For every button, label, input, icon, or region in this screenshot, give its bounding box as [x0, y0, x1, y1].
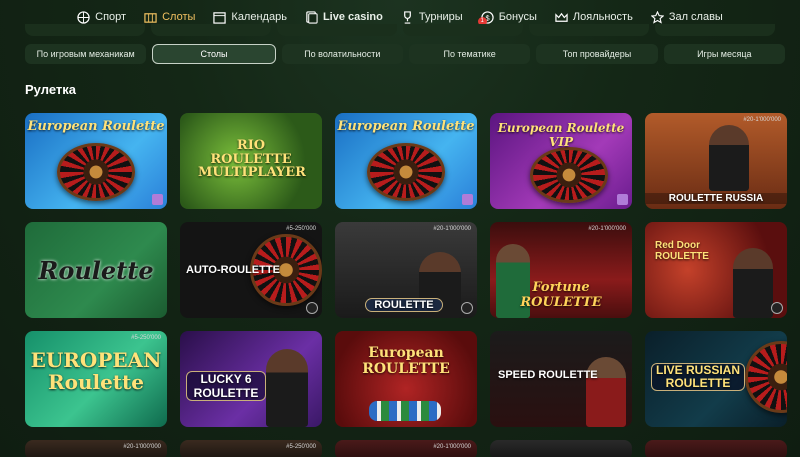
provider-icon [462, 194, 473, 205]
game-title: Fortune ROULETTE [520, 280, 602, 310]
calendar-icon [213, 11, 227, 24]
game-title: EUROPEAN Roulette [30, 348, 162, 394]
nav-item-live-casino[interactable]: Live casino [305, 10, 383, 24]
filter-tables[interactable]: Столы [152, 44, 276, 64]
filter-volatility[interactable]: По волатильности [281, 44, 403, 64]
nav-item-loyalty[interactable]: Лояльность [555, 11, 633, 24]
roulette-wheel-image [530, 147, 608, 203]
game-tile[interactable]: RIO ROULETTE MULTIPLAYER [180, 113, 322, 209]
provider-icon [152, 194, 163, 205]
nav-item-bonuses[interactable]: $ 1 Бонусы [477, 10, 537, 26]
game-tile[interactable]: #20-1'000'000 Fortune ROULETTE [490, 222, 632, 318]
nav-label: Спорт [95, 11, 127, 23]
slots-icon [144, 11, 157, 24]
game-tile[interactable]: European Roulette [335, 113, 477, 209]
game-tile[interactable]: European ROULETTE [335, 331, 477, 427]
nav-item-sport[interactable]: Спорт [77, 10, 127, 24]
game-title: LIVE RUSSIAN ROULETTE [651, 363, 745, 392]
star-icon [650, 10, 664, 24]
collapsed-row-backdrop [25, 24, 775, 36]
crown-icon [555, 11, 568, 24]
game-title: European Roulette VIP [497, 121, 625, 149]
game-title: SPEED ROULETTE [498, 369, 598, 381]
bet-limit: #5-250'000 [286, 226, 316, 232]
game-tile[interactable]: European Roulette VIP [490, 113, 632, 209]
game-tile[interactable]: #5-250'000 [180, 440, 322, 457]
dealer-image [709, 125, 749, 191]
bet-limit: #20-1'000'000 [123, 444, 161, 450]
play-icon [461, 302, 473, 314]
chips-image [369, 401, 441, 421]
play-icon [306, 302, 318, 314]
game-tile[interactable]: #20-1'000'000 ROULETTE RUSSIA [645, 113, 787, 209]
filter-theme[interactable]: По тематике [408, 44, 531, 64]
dealer-image [586, 357, 626, 427]
roulette-wheel-image [57, 143, 135, 201]
nav-item-slots[interactable]: Слоты [144, 11, 195, 24]
nav-label: Календарь [231, 11, 287, 23]
dealer-image [266, 349, 308, 427]
game-tile[interactable] [490, 440, 632, 457]
game-tile[interactable]: LUCKY 6 ROULETTE [180, 331, 322, 427]
game-title: ROULETTE [365, 298, 443, 312]
nav-label: Слоты [162, 11, 196, 23]
game-title: RIO ROULETTE MULTIPLAYER [198, 138, 306, 181]
game-tile[interactable]: #5-250'000 AUTO-ROULETTE [180, 222, 322, 318]
bet-limit: #20-1'000'000 [588, 226, 626, 232]
nav-label: Бонусы [498, 11, 537, 23]
play-icon [771, 302, 783, 314]
game-tile[interactable]: European Roulette [25, 113, 167, 209]
game-tile[interactable]: #20-1'000'000 ROULETTE [335, 222, 477, 318]
game-title: Roulette [38, 256, 154, 285]
nav-label: Лояльность [572, 11, 633, 23]
game-title: Red Door ROULETTE [655, 240, 709, 262]
roulette-wheel-image [367, 143, 445, 201]
bet-limit: #20-1'000'000 [433, 226, 471, 232]
bet-limit: #5-250'000 [131, 335, 161, 341]
filter-mechanics[interactable]: По игровым механикам [25, 44, 147, 64]
game-tile[interactable]: #20-1'000'000 [335, 440, 477, 457]
game-tile[interactable]: Roulette [25, 222, 167, 318]
filter-games-of-month[interactable]: Игры месяца [663, 44, 785, 64]
game-title: European ROULETTE [362, 345, 450, 377]
bet-limit: #20-1'000'000 [433, 444, 471, 450]
game-grid: European Roulette RIO ROULETTE MULTIPLAY… [25, 113, 787, 457]
roulette-wheel-image [745, 341, 787, 413]
nav-label: Live casino [322, 11, 383, 23]
filter-top-providers[interactable]: Топ провайдеры [536, 44, 658, 64]
game-tile[interactable]: Red Door ROULETTE [645, 222, 787, 318]
game-tile[interactable]: LIVE RUSSIAN ROULETTE [645, 331, 787, 427]
section-title: Рулетка [25, 82, 76, 97]
game-tile[interactable]: #20-1'000'000 [25, 440, 167, 457]
nav-item-tournaments[interactable]: Турниры [401, 10, 463, 24]
game-title: ROULETTE RUSSIA [645, 193, 787, 204]
game-tile[interactable] [645, 440, 787, 457]
ball-icon [77, 10, 90, 24]
nav-label: Турниры [418, 11, 463, 23]
bet-limit: #5-250'000 [286, 444, 316, 450]
game-tile[interactable]: EUROPEAN Roulette #5-250'000 [25, 331, 167, 427]
nav-item-hall-of-fame[interactable]: Зал славы [650, 10, 723, 24]
nav-label: Зал славы [668, 11, 723, 23]
live-icon [305, 10, 318, 24]
game-title: European Roulette [27, 119, 165, 134]
provider-icon [617, 194, 628, 205]
nav-item-calendar[interactable]: Календарь [213, 11, 287, 24]
game-tile[interactable]: SPEED ROULETTE [490, 331, 632, 427]
bet-limit: #20-1'000'000 [743, 117, 781, 123]
game-title: European Roulette [337, 119, 475, 134]
trophy-icon [401, 10, 414, 24]
filter-bar: По игровым механикам Столы По волатильно… [25, 44, 785, 64]
game-title: LUCKY 6 ROULETTE [186, 371, 266, 401]
game-title: AUTO-ROULETTE [186, 264, 280, 276]
